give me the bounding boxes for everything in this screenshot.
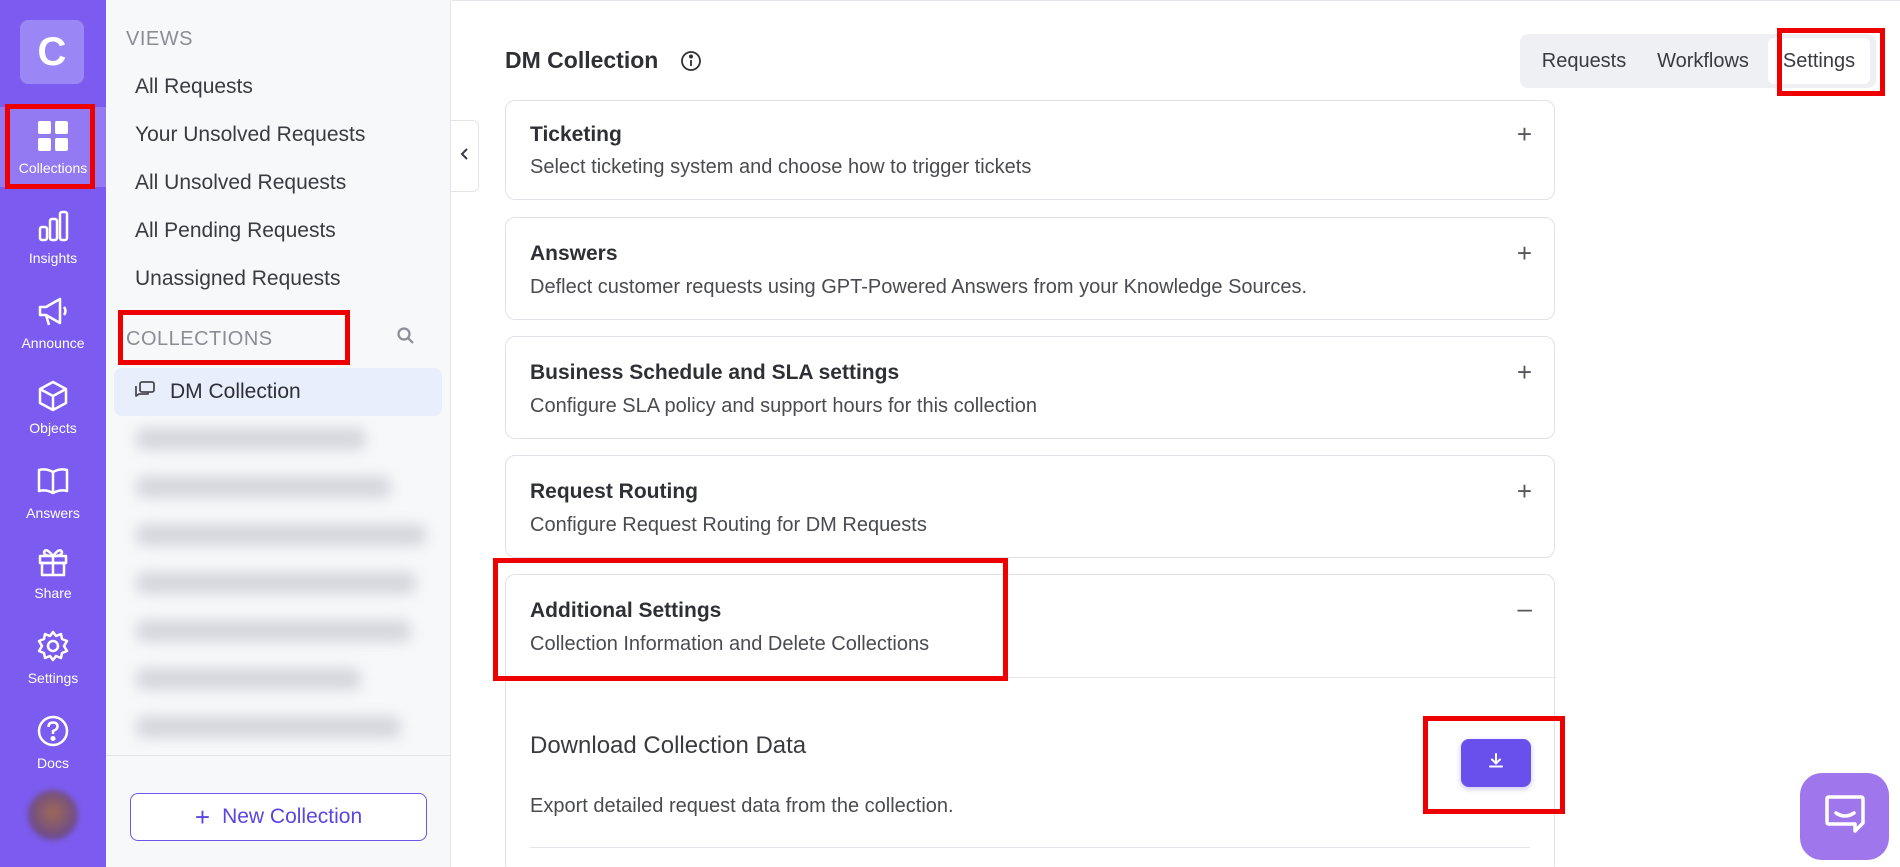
- gear-icon: [35, 628, 71, 664]
- top-divider: [452, 0, 1900, 1]
- bar-chart-icon: [35, 208, 71, 244]
- rail-collections[interactable]: Collections: [0, 107, 106, 187]
- book-icon: [35, 463, 71, 499]
- search-icon[interactable]: [396, 326, 418, 348]
- expand-icon[interactable]: +: [1517, 240, 1532, 266]
- view-your-unsolved[interactable]: Your Unsolved Requests: [135, 123, 365, 147]
- tab-workflows[interactable]: Workflows: [1644, 38, 1762, 84]
- blurred-collection[interactable]: [136, 476, 391, 498]
- rail-label: Collections: [18, 160, 88, 176]
- megaphone-icon: [35, 293, 71, 329]
- chat-widget-button[interactable]: [1800, 773, 1889, 860]
- section-description: Configure Request Routing for DM Request…: [530, 514, 927, 536]
- cube-icon: [35, 378, 71, 414]
- section-title: Answers: [530, 242, 618, 265]
- rail-label: Answers: [26, 505, 80, 521]
- rail-objects[interactable]: Objects: [0, 367, 106, 447]
- section-answers[interactable]: Answers Deflect customer requests using …: [505, 217, 1555, 320]
- blurred-collection[interactable]: [136, 572, 416, 594]
- download-description: Export detailed request data from the co…: [530, 795, 954, 817]
- rail-answers[interactable]: Answers: [0, 452, 106, 532]
- tab-requests[interactable]: Requests: [1524, 38, 1644, 84]
- sidebar-divider: [106, 755, 451, 756]
- download-title: Download Collection Data: [530, 732, 807, 759]
- section-ticketing[interactable]: Ticketing Select ticketing system and ch…: [505, 100, 1555, 200]
- section-title: Ticketing: [530, 123, 622, 146]
- section-description: Select ticketing system and choose how t…: [530, 156, 1032, 178]
- tab-settings[interactable]: Settings: [1768, 38, 1870, 84]
- collapse-icon[interactable]: –: [1518, 595, 1532, 621]
- expand-icon[interactable]: +: [1517, 478, 1532, 504]
- main-content: DM Collection Requests Workflows Setting…: [452, 0, 1900, 867]
- download-divider: [530, 847, 1530, 848]
- rail-label: Announce: [21, 335, 85, 351]
- section-business-schedule[interactable]: Business Schedule and SLA settings Confi…: [505, 336, 1555, 439]
- new-collection-button[interactable]: + New Collection: [130, 793, 427, 841]
- view-all-requests[interactable]: All Requests: [135, 75, 253, 99]
- rail-share[interactable]: Share: [0, 532, 106, 612]
- gift-icon: [35, 543, 71, 579]
- sidebar: VIEWS All Requests Your Unsolved Request…: [106, 0, 451, 867]
- info-icon[interactable]: [680, 50, 702, 72]
- section-description: Deflect customer requests using GPT-Powe…: [530, 276, 1308, 298]
- section-description: Collection Information and Delete Collec…: [530, 633, 930, 655]
- section-additional-settings: Additional Settings Collection Informati…: [505, 574, 1556, 867]
- blurred-collection[interactable]: [136, 620, 411, 642]
- rail-insights[interactable]: Insights: [0, 197, 106, 277]
- app-root: C Collections Insights Announce Objects: [0, 0, 1900, 867]
- rail-label: Objects: [29, 420, 77, 436]
- grid-icon: [35, 118, 71, 154]
- collection-name: DM Collection: [170, 380, 301, 403]
- expand-icon[interactable]: +: [1517, 359, 1532, 385]
- section-request-routing[interactable]: Request Routing Configure Request Routin…: [505, 455, 1555, 558]
- collection-item-dm[interactable]: DM Collection: [114, 368, 442, 416]
- blurred-collection[interactable]: [136, 524, 426, 546]
- new-collection-label: New Collection: [222, 805, 363, 828]
- blurred-collection[interactable]: [136, 668, 361, 690]
- rail-label: Docs: [37, 755, 69, 771]
- download-icon: [1487, 752, 1505, 775]
- rail-docs[interactable]: Docs: [0, 702, 106, 782]
- expand-icon[interactable]: +: [1517, 121, 1532, 147]
- view-unassigned[interactable]: Unassigned Requests: [135, 267, 340, 291]
- rail-label: Share: [34, 585, 72, 601]
- section-description: Configure SLA policy and support hours f…: [530, 395, 1037, 417]
- download-button[interactable]: [1461, 739, 1531, 787]
- section-title: Business Schedule and SLA settings: [530, 361, 900, 384]
- blurred-collection[interactable]: [136, 428, 366, 450]
- blurred-collection[interactable]: [136, 716, 401, 738]
- section-title[interactable]: Additional Settings: [530, 599, 721, 623]
- help-circle-icon: [35, 713, 71, 749]
- section-title: Request Routing: [530, 480, 698, 503]
- app-logo[interactable]: C: [20, 20, 84, 84]
- view-all-pending[interactable]: All Pending Requests: [135, 219, 336, 243]
- page-title: DM Collection: [505, 47, 659, 73]
- view-all-unsolved[interactable]: All Unsolved Requests: [135, 171, 346, 195]
- collections-heading: COLLECTIONS: [126, 328, 273, 350]
- views-heading: VIEWS: [126, 28, 193, 50]
- section-divider: [506, 677, 1556, 678]
- rail-label: Insights: [28, 250, 78, 266]
- chat-icon: [1823, 793, 1867, 840]
- left-rail: C Collections Insights Announce Objects: [0, 0, 106, 867]
- plus-icon: +: [194, 802, 211, 832]
- rail-label: Settings: [27, 670, 79, 686]
- collection-icon: [134, 380, 156, 405]
- user-avatar[interactable]: [28, 790, 78, 840]
- view-tabs: Requests Workflows Settings: [1520, 34, 1876, 88]
- rail-settings[interactable]: Settings: [0, 617, 106, 697]
- rail-announce[interactable]: Announce: [0, 282, 106, 362]
